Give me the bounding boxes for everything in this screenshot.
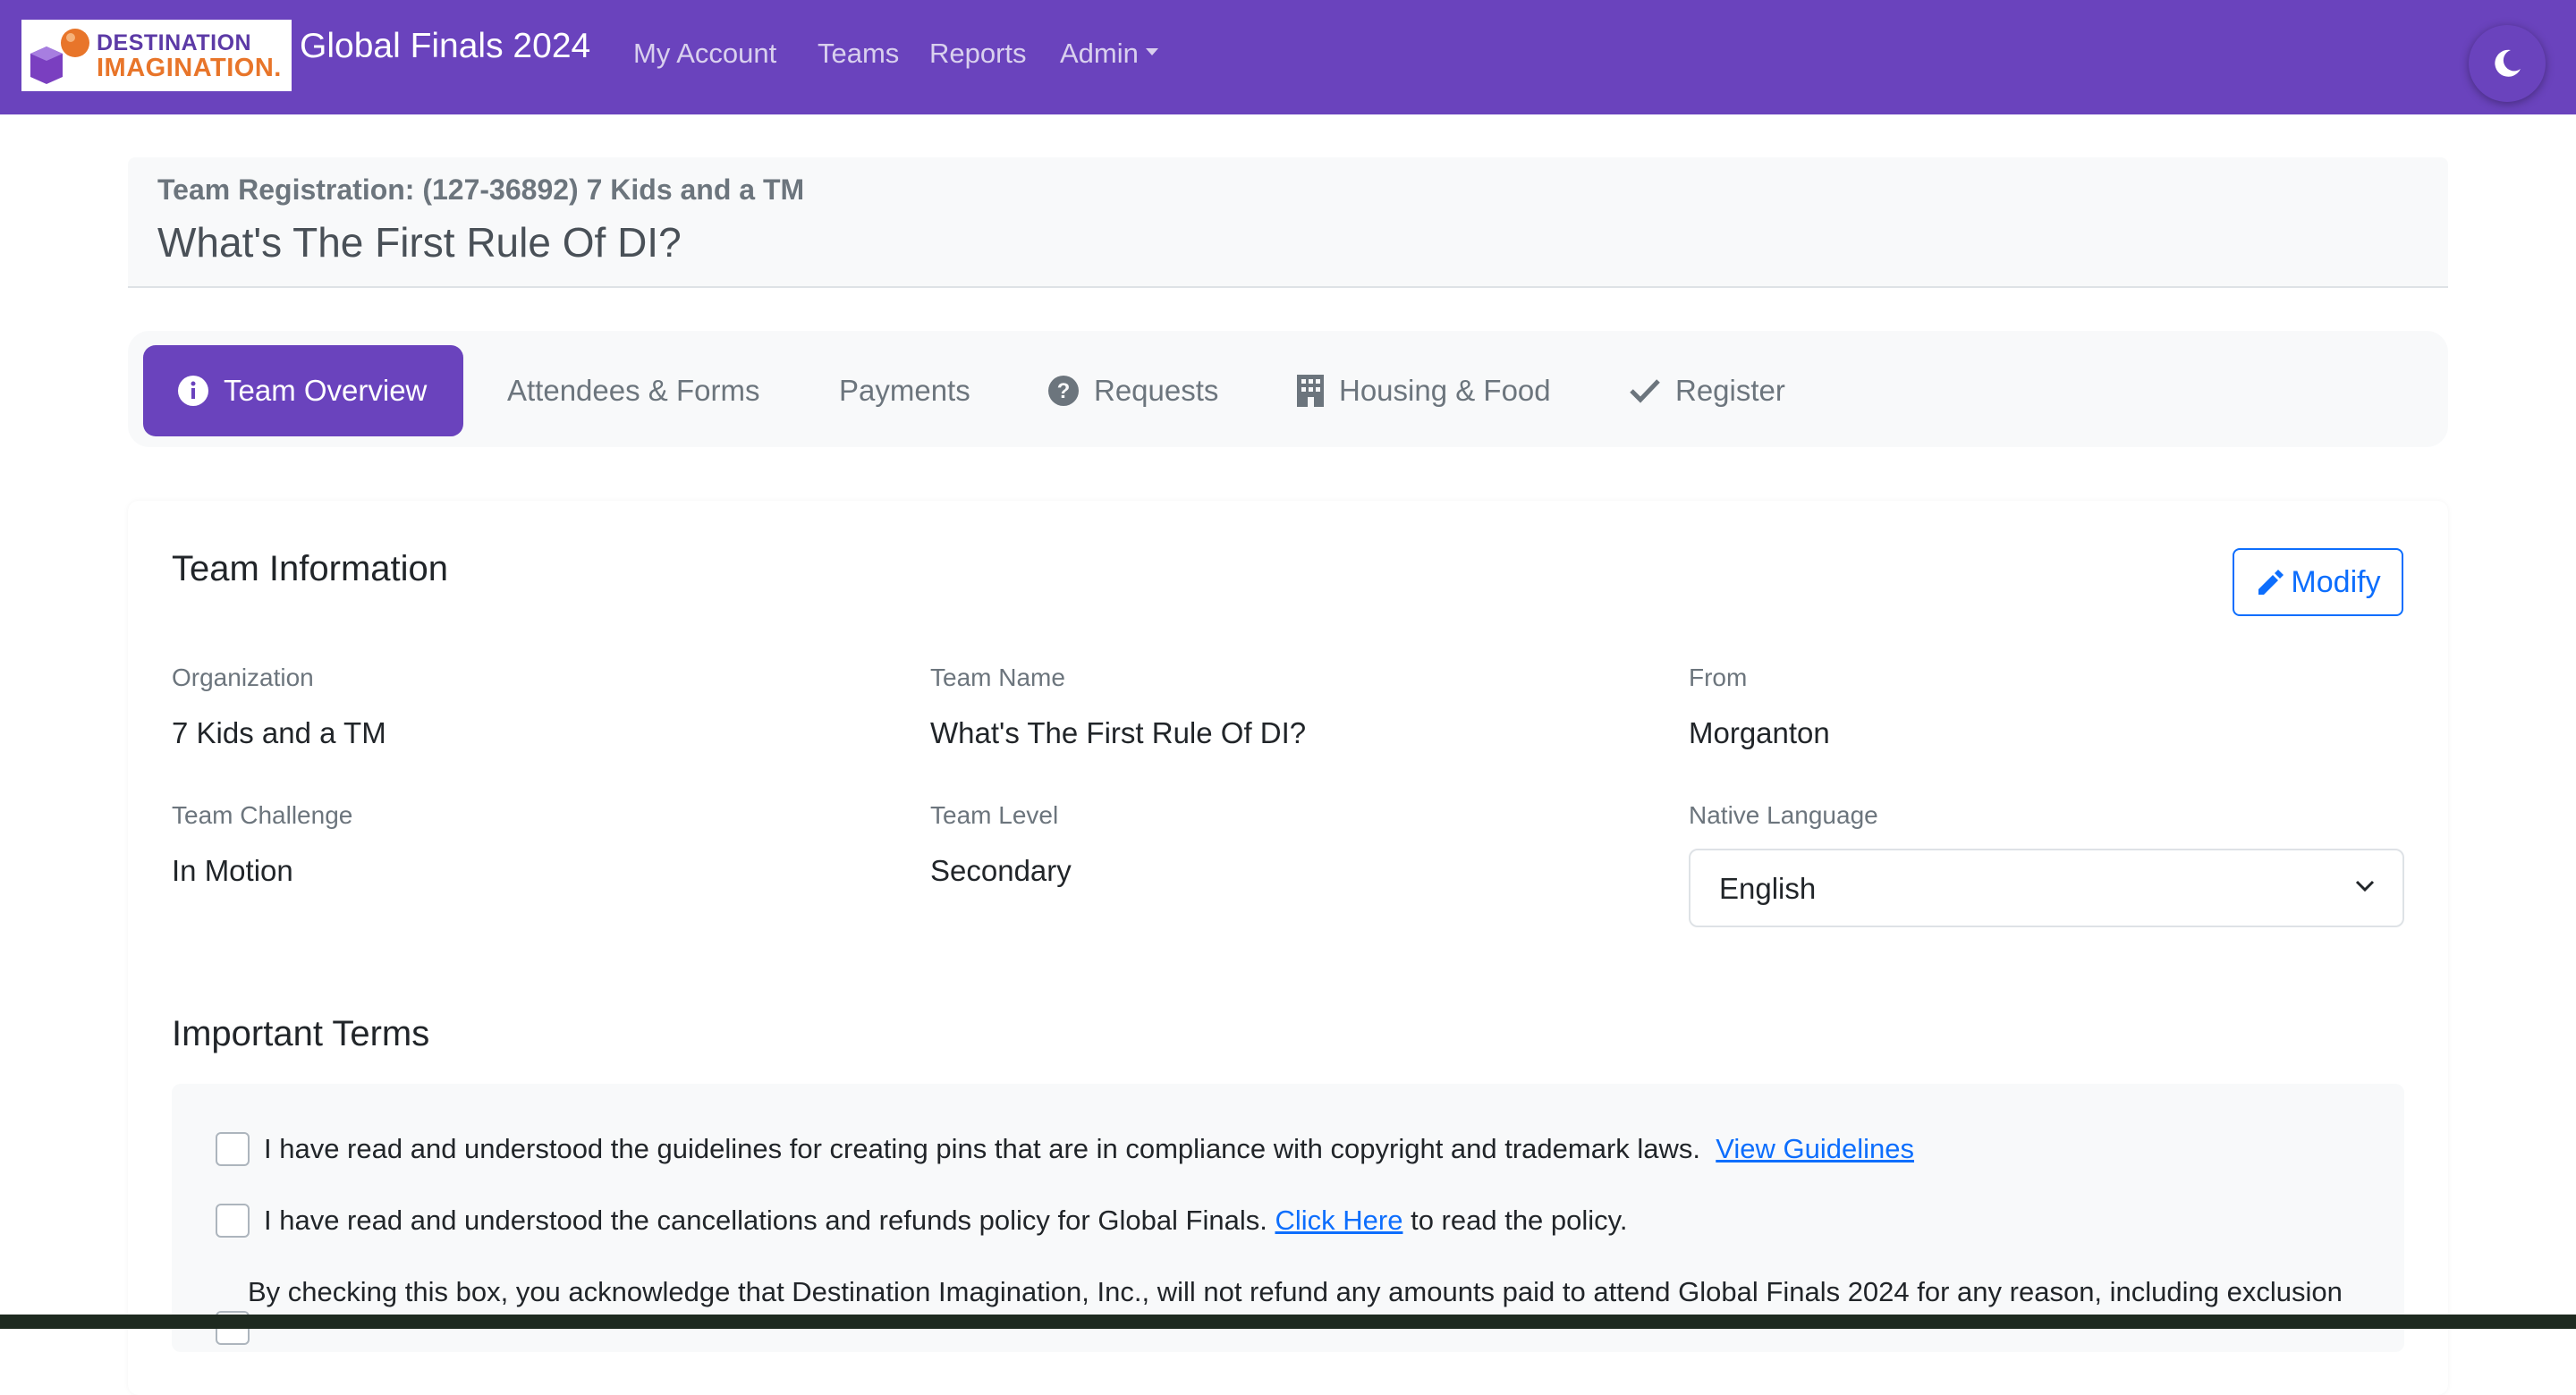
app-title[interactable]: Global Finals 2024	[300, 27, 590, 66]
pin-guidelines-term: I have read and understood the guideline…	[264, 1133, 1914, 1165]
info-icon	[177, 375, 209, 407]
term-text-after: to read the policy.	[1411, 1205, 1628, 1236]
view-guidelines-link[interactable]: View Guidelines	[1716, 1133, 1914, 1164]
theme-toggle-button[interactable]	[2469, 25, 2546, 102]
tab-register[interactable]: Register	[1629, 345, 1785, 436]
building-icon	[1296, 374, 1325, 408]
term-text: I have read and understood the guideline…	[264, 1133, 1701, 1164]
moon-icon	[2495, 49, 2521, 77]
tab-attendees-forms[interactable]: Attendees & Forms	[507, 345, 759, 436]
important-terms-heading: Important Terms	[172, 1014, 430, 1053]
tab-label: Attendees & Forms	[507, 374, 760, 407]
pin-guidelines-checkbox[interactable]	[216, 1132, 250, 1166]
team-name-label: Team Name	[930, 664, 1065, 691]
destination-imagination-logo[interactable]: DESTINATION IMAGINATION.	[21, 20, 292, 91]
refund-policy-term: I have read and understood the cancellat…	[264, 1205, 1627, 1237]
svg-text:?: ?	[1057, 379, 1071, 403]
team-level-value: Secondary	[930, 854, 1072, 887]
check-icon	[1629, 377, 1661, 404]
chevron-down-icon	[1145, 47, 1158, 55]
organization-value: 7 Kids and a TM	[172, 716, 386, 749]
tab-label: Team Overview	[224, 374, 428, 407]
term-text: I have read and understood the cancellat…	[264, 1205, 1267, 1236]
tab-requests[interactable]: ? Requests	[1047, 345, 1218, 436]
from-value: Morganton	[1689, 716, 1830, 749]
chevron-down-icon	[2355, 880, 2375, 892]
native-language-select[interactable]: English	[1689, 849, 2404, 927]
question-icon: ?	[1047, 375, 1080, 407]
page-header: Team Registration: (127-36892) 7 Kids an…	[128, 157, 2448, 288]
tab-payments[interactable]: Payments	[839, 345, 970, 436]
nav-teams[interactable]: Teams	[818, 38, 899, 70]
nav-my-account[interactable]: My Account	[633, 38, 776, 70]
organization-label: Organization	[172, 664, 314, 691]
pencil-icon	[2258, 570, 2284, 595]
team-challenge-label: Team Challenge	[172, 801, 353, 829]
tab-label: Housing & Food	[1339, 374, 1551, 407]
nav-admin-label: Admin	[1060, 38, 1139, 69]
refund-policy-checkbox[interactable]	[216, 1204, 250, 1238]
native-language-value: English	[1719, 872, 1817, 905]
from-label: From	[1689, 664, 1748, 691]
team-name-value: What's The First Rule Of DI?	[930, 716, 1307, 749]
nav-reports[interactable]: Reports	[929, 38, 1027, 70]
tab-team-overview[interactable]: Team Overview	[143, 345, 463, 436]
team-challenge-value: In Motion	[172, 854, 293, 887]
team-information-heading: Team Information	[172, 549, 449, 588]
logo-text-line2: IMAGINATION.	[97, 54, 282, 82]
tab-bar: Team Overview Attendees & Forms Payments…	[128, 331, 2448, 447]
team-level-label: Team Level	[930, 801, 1059, 829]
window-bottom-edge	[0, 1315, 2576, 1329]
logo-mark-icon	[30, 29, 89, 84]
tab-label: Payments	[839, 374, 970, 407]
nav-admin-dropdown[interactable]: Admin	[1060, 38, 1158, 70]
tab-label: Register	[1675, 374, 1785, 407]
modify-label: Modify	[2291, 564, 2381, 599]
tab-housing-food[interactable]: Housing & Food	[1296, 345, 1551, 436]
top-navbar: DESTINATION IMAGINATION. Global Finals 2…	[0, 0, 2576, 114]
modify-button[interactable]: Modify	[2233, 548, 2403, 616]
click-here-link[interactable]: Click Here	[1275, 1205, 1402, 1236]
native-language-label: Native Language	[1689, 801, 1878, 829]
registration-subtitle: Team Registration: (127-36892) 7 Kids an…	[157, 173, 805, 206]
logo-text-line1: DESTINATION	[97, 30, 252, 55]
page-title: What's The First Rule Of DI?	[157, 219, 682, 266]
no-refund-acknowledgement-term: By checking this box, you acknowledge th…	[248, 1276, 2343, 1307]
tab-label: Requests	[1094, 374, 1219, 407]
